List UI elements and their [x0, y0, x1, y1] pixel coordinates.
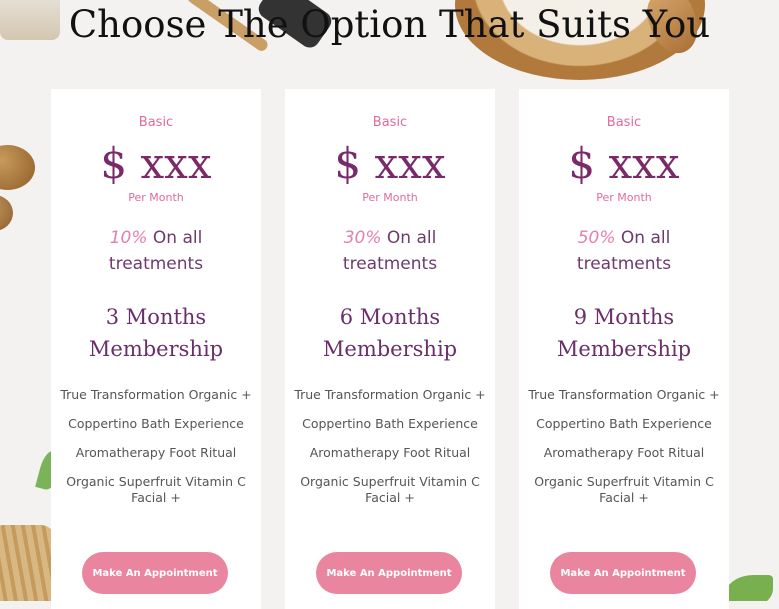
feature-item: Aromatherapy Foot Ritual: [75, 445, 237, 460]
feature-item: Coppertino Bath Experience: [536, 416, 712, 431]
discount-percent: 30%: [343, 228, 382, 248]
pricing-card-3-months: Basic $ xxx Per Month 10% On all treatme…: [51, 89, 261, 609]
plan-label: Basic: [606, 115, 642, 130]
membership-title: 6 Months Membership: [322, 305, 458, 361]
feature-list: True Transformation Organic + Coppertino…: [51, 387, 261, 506]
make-appointment-button[interactable]: Make An Appointment: [550, 552, 696, 594]
feature-item: Organic Superfruit Vitamin C Facial +: [300, 474, 480, 505]
feature-item: True Transformation Organic +: [60, 387, 252, 402]
feature-list: True Transformation Organic + Coppertino…: [519, 387, 729, 506]
membership-title: 9 Months Membership: [556, 305, 692, 361]
price: $ xxx: [334, 139, 446, 188]
feature-item: True Transformation Organic +: [528, 387, 720, 402]
plan-label: Basic: [138, 115, 174, 130]
feature-item: Organic Superfruit Vitamin C Facial +: [66, 474, 246, 505]
make-appointment-button[interactable]: Make An Appointment: [316, 552, 462, 594]
feature-item: Organic Superfruit Vitamin C Facial +: [534, 474, 714, 505]
make-appointment-button[interactable]: Make An Appointment: [82, 552, 228, 594]
discount-text: 10% On all treatments: [71, 225, 241, 277]
price-period: Per Month: [128, 191, 184, 204]
feature-item: Coppertino Bath Experience: [68, 416, 244, 431]
price-period: Per Month: [596, 191, 652, 204]
feature-item: Aromatherapy Foot Ritual: [309, 445, 471, 460]
massage-stone-decoration: [0, 145, 35, 190]
wood-decoration: [0, 525, 55, 601]
pricing-card-9-months: Basic $ xxx Per Month 50% On all treatme…: [519, 89, 729, 609]
feature-item: Coppertino Bath Experience: [302, 416, 478, 431]
massage-stone-decoration: [0, 195, 13, 231]
plan-label: Basic: [372, 115, 408, 130]
membership-title: 3 Months Membership: [88, 305, 224, 361]
discount-percent: 50%: [577, 228, 616, 248]
price-period: Per Month: [362, 191, 418, 204]
price: $ xxx: [100, 139, 212, 188]
page-title: Choose The Option That Suits You: [68, 3, 711, 46]
price: $ xxx: [568, 139, 680, 188]
pricing-card-6-months: Basic $ xxx Per Month 30% On all treatme…: [285, 89, 495, 609]
feature-item: Aromatherapy Foot Ritual: [543, 445, 705, 460]
leaf-decoration: [725, 575, 773, 601]
discount-text: 50% On all treatments: [539, 225, 709, 277]
feature-item: True Transformation Organic +: [294, 387, 486, 402]
discount-text: 30% On all treatments: [305, 225, 475, 277]
feature-list: True Transformation Organic + Coppertino…: [285, 387, 495, 506]
discount-percent: 10%: [109, 228, 148, 248]
